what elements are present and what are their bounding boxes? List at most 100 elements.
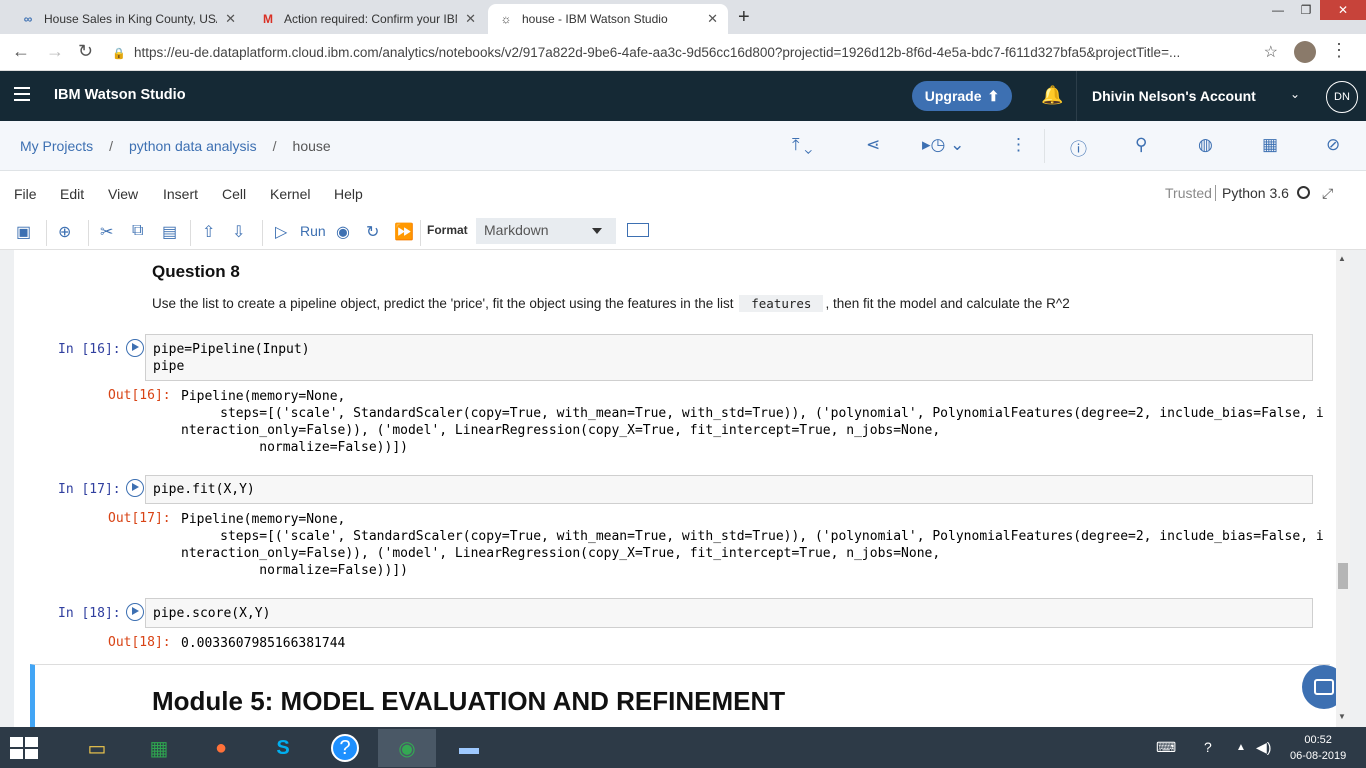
chevron-up-icon[interactable]: ▲: [1236, 742, 1246, 753]
app-brand[interactable]: IBM Watson Studio: [54, 87, 186, 103]
chrome-icon[interactable]: ◉: [378, 729, 436, 767]
profile-avatar[interactable]: [1294, 41, 1316, 63]
kernel-name[interactable]: Python 3.6: [1215, 185, 1289, 201]
stop-icon[interactable]: ◉: [336, 222, 350, 242]
code-cell-input[interactable]: pipe.fit(X,Y): [145, 475, 1313, 504]
move-up-icon[interactable]: ⇧: [202, 222, 215, 242]
browser-menu-icon[interactable]: ⋮: [1330, 40, 1348, 61]
breadcrumb-my-projects[interactable]: My Projects: [20, 138, 93, 154]
file-explorer-icon[interactable]: ▭: [68, 729, 126, 767]
avatar[interactable]: DN: [1326, 81, 1358, 113]
window-close-icon[interactable]: ✕: [1320, 0, 1366, 20]
run-button[interactable]: Run: [300, 223, 326, 239]
menu-edit[interactable]: Edit: [60, 186, 84, 202]
schedule-icon[interactable]: ▸◷ ⌄: [922, 135, 964, 155]
help-icon[interactable]: ?: [316, 729, 374, 767]
scroll-up-icon[interactable]: ▲: [1338, 254, 1346, 263]
keyboard-icon[interactable]: ⌨: [1156, 739, 1176, 756]
watson-icon: ☼: [500, 12, 512, 26]
url-text: https://eu-de.dataplatform.cloud.ibm.com…: [134, 45, 1181, 60]
skype-icon[interactable]: S: [254, 729, 312, 767]
divider: [420, 220, 421, 246]
browser-tab[interactable]: M Action required: Confirm your IBM ✕: [250, 4, 486, 34]
restart-icon[interactable]: ↻: [366, 222, 379, 242]
menu-view[interactable]: View: [108, 186, 138, 202]
paste-icon[interactable]: ▤: [162, 222, 177, 242]
menu-insert[interactable]: Insert: [163, 186, 198, 202]
code-cell-input[interactable]: pipe.score(X,Y): [145, 598, 1313, 628]
firefox-icon[interactable]: ●: [192, 729, 250, 767]
data-icon[interactable]: ▦: [1262, 135, 1278, 155]
account-name[interactable]: Dhivin Nelson's Account: [1092, 88, 1256, 104]
menu-file[interactable]: File: [14, 186, 37, 202]
notebook-toolbar: ▣ ⊕ ✂ ⧉ ▤ ⇧ ⇩ ▷ Run ◉ ↻ ⏩ Format Markdow…: [0, 216, 1366, 250]
input-prompt: In [18]:: [58, 606, 121, 621]
browser-tab-active[interactable]: ☼ house - IBM Watson Studio ✕: [488, 4, 728, 34]
more-options-icon[interactable]: ⋮: [1010, 135, 1027, 155]
chevron-down-icon[interactable]: ⌄: [1290, 87, 1300, 101]
restore-icon[interactable]: ❐: [1292, 0, 1320, 20]
info-icon[interactable]: ⓘ: [1070, 135, 1087, 160]
hamburger-menu-icon[interactable]: [14, 87, 30, 105]
photos-icon[interactable]: ▬: [440, 729, 498, 767]
compass-icon[interactable]: ⊘: [1326, 135, 1340, 155]
upgrade-button[interactable]: Upgrade ⬆: [912, 81, 1012, 111]
cut-icon[interactable]: ✂: [100, 222, 113, 242]
upload-icon[interactable]: ⤒ ⌄: [792, 135, 812, 155]
notifications-bell-icon[interactable]: 🔔: [1041, 85, 1063, 106]
run-cell-icon[interactable]: [126, 339, 144, 357]
run-cell-icon[interactable]: [126, 603, 144, 621]
close-tab-icon[interactable]: ✕: [225, 11, 236, 27]
expand-icon[interactable]: ⤢: [1322, 185, 1333, 202]
volume-icon[interactable]: ◀): [1256, 739, 1271, 756]
reload-icon[interactable]: ↻: [78, 41, 93, 62]
browser-tab[interactable]: ∞ House Sales in King County, USA ✕: [10, 4, 246, 34]
close-tab-icon[interactable]: ✕: [707, 11, 718, 27]
insert-cell-icon[interactable]: ⊕: [58, 222, 71, 242]
comments-icon[interactable]: ◍: [1198, 135, 1213, 155]
code-cell-input[interactable]: pipe=Pipeline(Input) pipe: [145, 334, 1313, 381]
scrollbar[interactable]: [1336, 250, 1350, 727]
window-controls: — ❐ ✕: [1264, 0, 1366, 20]
store-icon[interactable]: ▦: [130, 729, 188, 767]
gmail-icon: M: [263, 12, 273, 26]
app-header: IBM Watson Studio Upgrade ⬆ 🔔 Dhivin Nel…: [0, 71, 1366, 121]
menu-help[interactable]: Help: [334, 186, 363, 202]
scrollbar-thumb[interactable]: [1338, 563, 1348, 589]
output-prompt: Out[17]:: [108, 511, 171, 526]
fast-forward-icon[interactable]: ⏩: [394, 222, 414, 242]
run-icon[interactable]: ▷: [275, 222, 287, 242]
minimize-icon[interactable]: —: [1264, 0, 1292, 20]
move-down-icon[interactable]: ⇩: [232, 222, 245, 242]
help-tray-icon[interactable]: ?: [1204, 739, 1212, 755]
browser-tab-strip: ∞ House Sales in King County, USA ✕ M Ac…: [0, 0, 1366, 34]
new-tab-icon[interactable]: +: [738, 6, 750, 29]
save-icon[interactable]: ▣: [16, 222, 31, 242]
clock-date: 06-08-2019: [1290, 750, 1347, 762]
windows-start-icon[interactable]: [10, 737, 38, 759]
system-clock[interactable]: 00:52 06-08-2019: [1290, 732, 1346, 764]
taskbar: ▭ ▦ ● S ? ◉ ▬ ⌨ ? ▲ ◀) 00:52 06-08-2019: [0, 727, 1366, 768]
trusted-indicator[interactable]: Trusted: [1165, 185, 1212, 201]
menu-cell[interactable]: Cell: [222, 186, 246, 202]
share-icon[interactable]: ⋖: [866, 135, 880, 155]
question-text: Use the list to create a pipeline object…: [152, 295, 1070, 312]
divider: [88, 220, 89, 246]
divider: [1044, 129, 1045, 163]
copy-icon[interactable]: ⧉: [132, 222, 143, 240]
bookmark-star-icon[interactable]: ☆: [1264, 42, 1278, 62]
cell-type-select[interactable]: Markdown: [476, 218, 616, 244]
menu-kernel[interactable]: Kernel: [270, 186, 310, 202]
back-icon[interactable]: ←: [12, 41, 30, 62]
close-tab-icon[interactable]: ✕: [465, 11, 476, 27]
url-field[interactable]: 🔒 https://eu-de.dataplatform.cloud.ibm.c…: [112, 39, 1292, 66]
run-cell-icon[interactable]: [126, 479, 144, 497]
forward-icon[interactable]: →: [46, 41, 64, 62]
keyboard-icon[interactable]: [627, 223, 649, 237]
find-icon[interactable]: ⚲: [1135, 135, 1147, 155]
divider: [262, 220, 263, 246]
tab-title: House Sales in King County, USA: [44, 12, 218, 26]
kernel-status-icon: [1297, 186, 1310, 199]
breadcrumb-project[interactable]: python data analysis: [129, 138, 257, 154]
scroll-down-icon[interactable]: ▼: [1338, 712, 1346, 721]
